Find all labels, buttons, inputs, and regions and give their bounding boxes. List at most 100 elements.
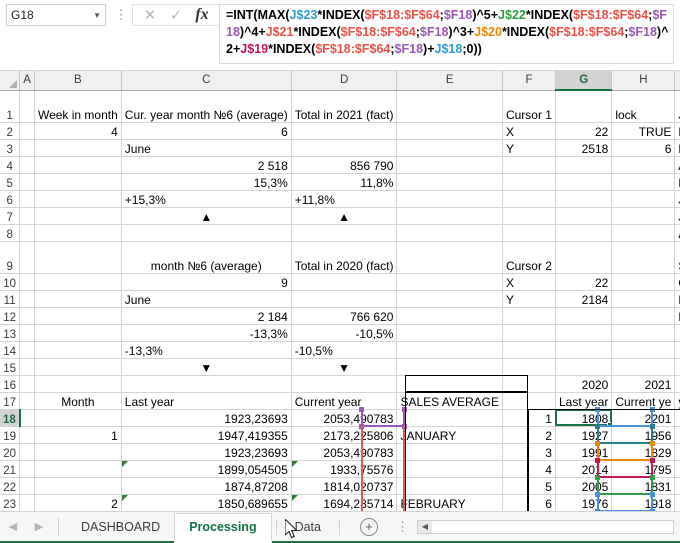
cell-g4[interactable]: [555, 156, 613, 174]
cell-e12[interactable]: [396, 307, 503, 325]
cell-h20[interactable]: 1829: [611, 443, 676, 461]
confirm-formula-icon[interactable]: ✓: [163, 5, 189, 25]
cell-f18[interactable]: 1: [502, 409, 556, 427]
cell-a15[interactable]: [19, 358, 35, 376]
cell-i7[interactable]: July: [674, 207, 680, 225]
cell-g8[interactable]: [555, 224, 613, 242]
cell-i18[interactable]: b: [674, 409, 680, 427]
cell-d11[interactable]: [291, 290, 398, 308]
cell-i21[interactable]: c3: [674, 460, 680, 478]
cell-g19[interactable]: 1927: [555, 426, 613, 444]
cell-b22[interactable]: [34, 477, 122, 495]
cell-i14[interactable]: [674, 341, 680, 359]
cell-e18[interactable]: [396, 409, 503, 427]
row-header-11[interactable]: 11: [0, 290, 21, 308]
cell-f1[interactable]: Cursor 1: [502, 90, 556, 123]
row-header-18[interactable]: 18: [0, 409, 21, 427]
cell-a2[interactable]: [19, 122, 35, 140]
cell-h4[interactable]: [611, 156, 676, 174]
cell-e23[interactable]: FEBRUARY: [396, 494, 503, 511]
cell-f8[interactable]: [502, 224, 556, 242]
chevron-down-icon[interactable]: ▼: [93, 11, 101, 20]
cell-d5[interactable]: 11,8%: [291, 173, 398, 191]
cell-g5[interactable]: [555, 173, 613, 191]
row-header-14[interactable]: 14: [0, 341, 21, 359]
cell-b3[interactable]: [34, 139, 122, 157]
cell-c21[interactable]: 1899,054505: [121, 460, 292, 478]
cell-b4[interactable]: [34, 156, 122, 174]
cell-c17[interactable]: Last year: [121, 392, 292, 410]
cell-h14[interactable]: [611, 341, 676, 359]
cell-i23[interactable]: c5: [674, 494, 680, 511]
cell-g1[interactable]: [555, 90, 613, 123]
cell-c11[interactable]: June: [121, 290, 292, 308]
cell-c13[interactable]: -13,3%: [121, 324, 292, 342]
cell-i10[interactable]: October: [674, 273, 680, 291]
prev-sheet-icon[interactable]: ◀: [0, 514, 26, 540]
cell-d17[interactable]: Current year: [291, 392, 398, 410]
row-header-7[interactable]: 7: [0, 207, 21, 225]
cell-i6[interactable]: June: [674, 190, 680, 208]
cell-i13[interactable]: [674, 324, 680, 342]
cell-f4[interactable]: [502, 156, 556, 174]
cell-e21[interactable]: [396, 460, 503, 478]
formula-input[interactable]: =INT(MAX(J$23*INDEX($F$18:$F$64;$F18)^5+…: [219, 4, 674, 64]
cell-f15[interactable]: [502, 358, 556, 376]
cell-c23[interactable]: 1850,689655: [121, 494, 292, 511]
cell-c22[interactable]: 1874,87208: [121, 477, 292, 495]
cell-i22[interactable]: c4: [674, 477, 680, 495]
cell-g16[interactable]: 2020: [555, 375, 613, 393]
cell-d8[interactable]: [291, 224, 398, 242]
cell-a12[interactable]: [19, 307, 35, 325]
cell-h22[interactable]: 1831: [611, 477, 676, 495]
next-sheet-icon[interactable]: ▶: [26, 514, 52, 540]
row-header-22[interactable]: 22: [0, 477, 21, 495]
sheet-table[interactable]: ABCDEFGHIJKLM 1 Week in monthCur. year mo…: [0, 71, 680, 511]
cell-d12[interactable]: 766 620: [291, 307, 398, 325]
cell-h7[interactable]: [611, 207, 676, 225]
cell-a23[interactable]: [19, 494, 35, 511]
cell-d19[interactable]: 2173,225806: [291, 426, 398, 444]
cell-b12[interactable]: [34, 307, 122, 325]
cell-h12[interactable]: [611, 307, 676, 325]
cell-h17[interactable]: Current ye: [611, 392, 676, 410]
horizontal-scrollbar[interactable]: ◀: [416, 519, 674, 534]
cell-a6[interactable]: [19, 190, 35, 208]
cell-e14[interactable]: [396, 341, 503, 359]
cell-b8[interactable]: [34, 224, 122, 242]
cell-e13[interactable]: [396, 324, 503, 342]
cell-a11[interactable]: [19, 290, 35, 308]
cell-f23[interactable]: 6: [502, 494, 556, 511]
cell-c12[interactable]: 2 184: [121, 307, 292, 325]
cell-f6[interactable]: [502, 190, 556, 208]
cell-h9[interactable]: [611, 241, 676, 274]
row-header-20[interactable]: 20: [0, 443, 21, 461]
row-header-19[interactable]: 19: [0, 426, 21, 444]
cell-c19[interactable]: 1947,419355: [121, 426, 292, 444]
cell-e6[interactable]: [396, 190, 503, 208]
cell-e3[interactable]: [396, 139, 503, 157]
cell-f16[interactable]: [502, 375, 556, 393]
name-box-more-icon[interactable]: ⋮: [114, 4, 128, 26]
cell-d22[interactable]: 1814,020737: [291, 477, 398, 495]
cell-d1[interactable]: Total in 2021 (fact): [291, 90, 398, 123]
cell-a19[interactable]: [19, 426, 35, 444]
sheet-tab-processing[interactable]: Processing: [174, 512, 272, 543]
column-header-g[interactable]: G: [555, 71, 613, 91]
cancel-formula-icon[interactable]: ✕: [137, 5, 163, 25]
cell-f20[interactable]: 3: [502, 443, 556, 461]
cell-a21[interactable]: [19, 460, 35, 478]
cell-g9[interactable]: [555, 241, 613, 274]
row-header-9[interactable]: 9: [0, 241, 21, 274]
column-header-a[interactable]: A: [19, 71, 35, 91]
cell-d10[interactable]: [291, 273, 398, 291]
cell-f14[interactable]: [502, 341, 556, 359]
cell-e5[interactable]: [396, 173, 503, 191]
cell-i1[interactable]: January: [674, 90, 680, 123]
cell-f3[interactable]: Y: [502, 139, 556, 157]
cell-d6[interactable]: +11,8%: [291, 190, 398, 208]
cell-a17[interactable]: [19, 392, 35, 410]
cell-i15[interactable]: [674, 358, 680, 376]
row-header-17[interactable]: 17: [0, 392, 21, 410]
cell-c4[interactable]: 2 518: [121, 156, 292, 174]
